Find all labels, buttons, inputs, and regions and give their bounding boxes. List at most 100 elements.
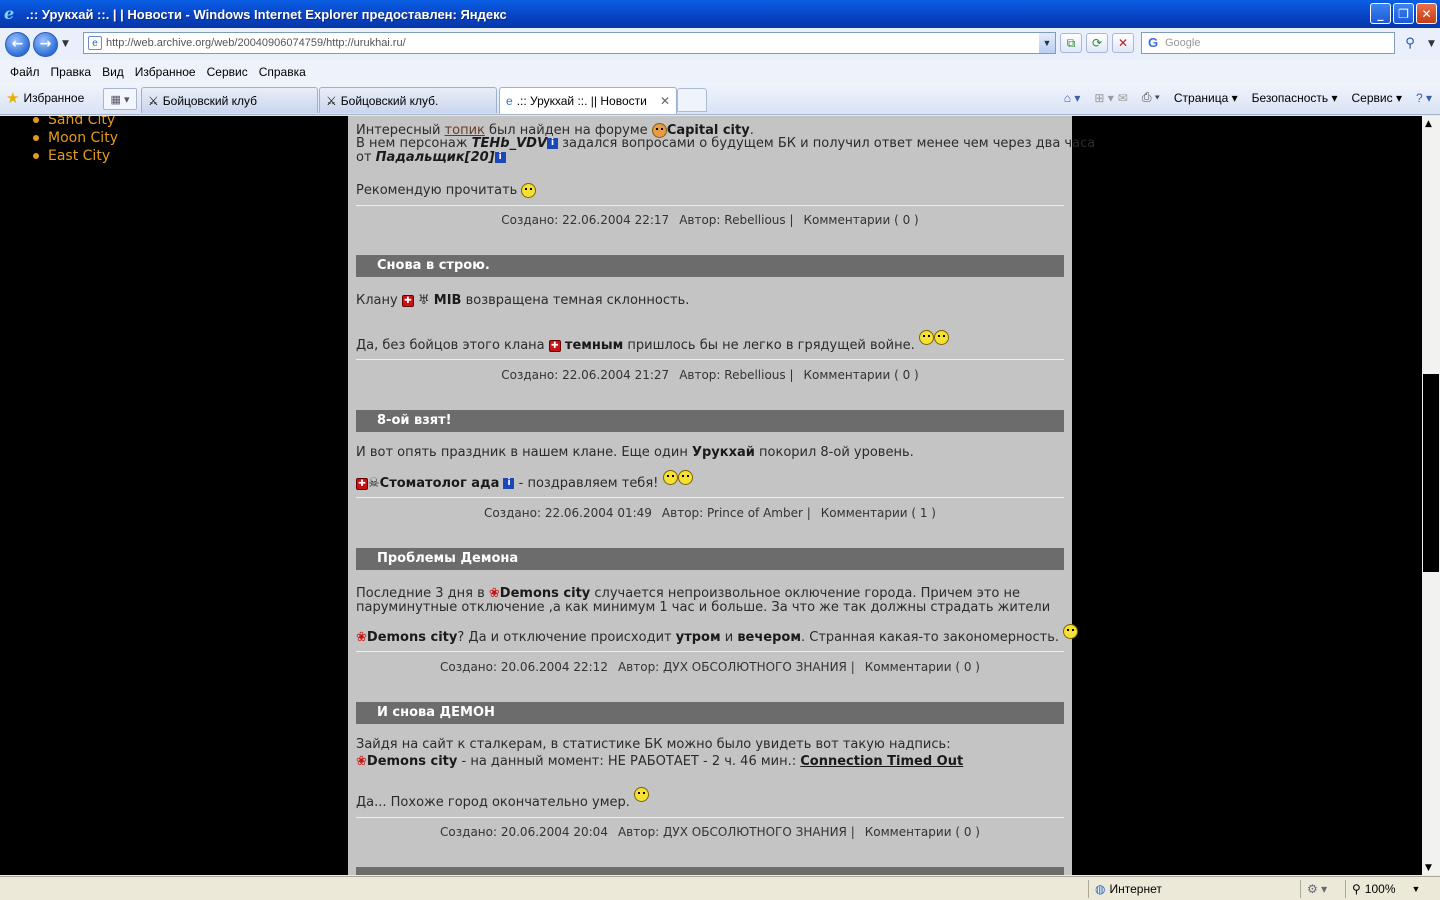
- tab-urukhai-news[interactable]: e .:: Урукхай ::. || Новости ✕: [499, 87, 677, 114]
- info-icon[interactable]: i: [503, 478, 515, 489]
- minimize-button[interactable]: _: [1370, 3, 1391, 24]
- post-text: от Падальщик[20] i: [356, 151, 506, 165]
- menu-view[interactable]: Вид: [102, 65, 124, 79]
- menu-tools[interactable]: Сервис: [207, 65, 248, 79]
- text-bold: вечером: [737, 630, 801, 645]
- author: Автор: Rebellious |: [679, 368, 794, 382]
- character-name[interactable]: Падальщик[20]: [376, 150, 495, 165]
- menu-favorites[interactable]: Избранное: [135, 65, 196, 79]
- info-icon[interactable]: i: [494, 152, 506, 163]
- demons-city-icon: ❀: [488, 586, 500, 601]
- protected-mode[interactable]: ⚙ ▾: [1300, 880, 1345, 898]
- compatibility-icon[interactable]: ⧉: [1060, 33, 1082, 53]
- home-icon[interactable]: ⌂ ▾: [1064, 91, 1081, 105]
- text: и: [720, 630, 738, 645]
- connection-timed-out-link[interactable]: Connection Timed Out: [800, 754, 963, 769]
- zoom-level: 100%: [1364, 882, 1396, 896]
- menu-file[interactable]: Файл: [10, 65, 40, 79]
- page-icon: e: [88, 36, 102, 50]
- forward-button[interactable]: →: [33, 31, 58, 57]
- security-zone[interactable]: ◍ Интернет: [1088, 880, 1300, 898]
- created-date: Создано: 22.06.2004 22:17: [501, 213, 670, 227]
- search-placeholder[interactable]: Google: [1165, 37, 1200, 49]
- favorites-button[interactable]: ★ Избранное: [6, 89, 84, 107]
- character-name[interactable]: Стоматолог ада: [380, 476, 500, 491]
- zoom-control[interactable]: ⚲ 100% ▼: [1345, 880, 1440, 898]
- mail-icon[interactable]: ✉: [1118, 91, 1128, 105]
- comments-link[interactable]: Комментарии ( 0 ): [804, 368, 919, 382]
- comments-link[interactable]: Комментарии ( 0 ): [865, 825, 980, 839]
- tools-menu-label: Сервис: [1351, 90, 1393, 105]
- scroll-thumb[interactable]: [1423, 374, 1439, 572]
- swords-icon: ⚔: [148, 93, 159, 108]
- stop-icon[interactable]: ✕: [1112, 33, 1134, 53]
- window-title: .:: Урукхай ::. | | Новости - Windows In…: [26, 6, 507, 22]
- post-text: Рекомендую прочитать: [356, 183, 537, 198]
- divider: [356, 817, 1064, 818]
- menu-help[interactable]: Справка: [259, 65, 306, 79]
- close-tab-icon[interactable]: ✕: [660, 94, 670, 108]
- quick-tabs-button[interactable]: ▦ ▾: [103, 88, 137, 110]
- post-title-cut: [356, 867, 1064, 875]
- character-name[interactable]: TEHb_VDV: [472, 136, 547, 151]
- text: - на данный момент: НЕ РАБОТАЕТ - 2 ч. 4…: [457, 754, 801, 769]
- refresh-icon[interactable]: ⟳: [1086, 33, 1108, 53]
- text: . Странная какая-то закономерность.: [800, 630, 1060, 645]
- divider: [356, 205, 1064, 206]
- text: Последние 3 дня в: [356, 586, 489, 601]
- search-icon[interactable]: ⚲: [1398, 33, 1422, 53]
- post-meta: Создано: 22.06.2004 22:17 Автор: Rebellio…: [356, 213, 1064, 227]
- safety-menu[interactable]: Безопасность ▾: [1252, 91, 1338, 105]
- created-date: Создано: 22.06.2004 21:27: [501, 368, 670, 382]
- post-meta: Создано: 20.06.2004 22:12 Автор: ДУХ ОБСО…: [356, 660, 1064, 674]
- feeds-icon[interactable]: ⊞ ▾: [1094, 91, 1113, 105]
- divider: [356, 359, 1064, 360]
- text: покорил 8-ой уровень.: [754, 445, 914, 460]
- help-icon[interactable]: ? ▾: [1416, 91, 1432, 105]
- skull-icon: ☠: [368, 476, 380, 491]
- mib-icon: ♅: [417, 293, 430, 308]
- menu-edit[interactable]: Правка: [51, 65, 92, 79]
- comments-link[interactable]: Комментарии ( 0 ): [865, 660, 980, 674]
- search-options-icon[interactable]: ▼: [1428, 39, 1435, 49]
- city-list: Sand City Moon City East City: [33, 116, 118, 165]
- new-tab-button[interactable]: [677, 88, 707, 112]
- address-field[interactable]: e http://web.archive.org/web/20040906074…: [83, 32, 1056, 54]
- scroll-up-icon[interactable]: ▲: [1425, 119, 1432, 129]
- restore-button[interactable]: ❐: [1393, 3, 1414, 24]
- city-name: Demons city: [366, 754, 458, 769]
- print-icon[interactable]: ⎙ ▾: [1142, 90, 1160, 105]
- menu-bar: Файл Правка Вид Избранное Сервис Справка: [0, 60, 1440, 83]
- comments-link[interactable]: Комментарии ( 0 ): [804, 213, 919, 227]
- comments-link[interactable]: Комментарии ( 1 ): [821, 506, 936, 520]
- info-icon[interactable]: i: [547, 138, 559, 149]
- created-date: Создано: 20.06.2004 22:12: [440, 660, 608, 674]
- city-name: Demons city: [366, 630, 458, 645]
- text: - поздравляем тебя!: [514, 476, 659, 491]
- tab-label: Бойцовский клуб.: [340, 93, 439, 108]
- history-dropdown-icon[interactable]: ▼: [62, 39, 69, 49]
- address-dropdown-icon[interactable]: ▼: [1039, 33, 1055, 53]
- zoom-dropdown-icon[interactable]: ▼: [1412, 884, 1421, 894]
- created-date: Создано: 22.06.2004 01:49: [484, 506, 652, 520]
- address-toolbar: ← → ▼ e http://web.archive.org/web/20040…: [0, 28, 1440, 60]
- text: Рекомендую прочитать: [356, 183, 518, 198]
- address-url[interactable]: http://web.archive.org/web/2004090607475…: [106, 37, 406, 49]
- globe-icon: ◍: [1095, 882, 1106, 896]
- tab-fight-club-1[interactable]: ⚔ Бойцовский клуб: [141, 87, 318, 113]
- city-link-east[interactable]: East City: [33, 147, 118, 165]
- text: И вот опять праздник в нашем клане. Еще …: [356, 445, 692, 460]
- scroll-down-icon[interactable]: ▼: [1425, 863, 1432, 873]
- tab-label: .:: Урукхай ::. || Новости: [516, 94, 647, 108]
- tab-fight-club-2[interactable]: ⚔ Бойцовский клуб.: [319, 87, 497, 113]
- tools-menu[interactable]: Сервис ▾: [1352, 91, 1402, 105]
- vertical-scrollbar[interactable]: ▲ ▼: [1422, 116, 1440, 875]
- city-link-sand[interactable]: Sand City: [33, 116, 118, 129]
- ie-logo-icon: e: [4, 4, 15, 23]
- page-menu[interactable]: Страница ▾: [1174, 91, 1238, 105]
- post-text: В нем персонаж TEHb_VDV i задался вопроса…: [356, 137, 1095, 151]
- search-field[interactable]: G Google: [1141, 32, 1395, 54]
- close-window-button[interactable]: ✕: [1416, 3, 1437, 24]
- back-button[interactable]: ←: [5, 31, 30, 57]
- city-link-moon[interactable]: Moon City: [33, 129, 118, 147]
